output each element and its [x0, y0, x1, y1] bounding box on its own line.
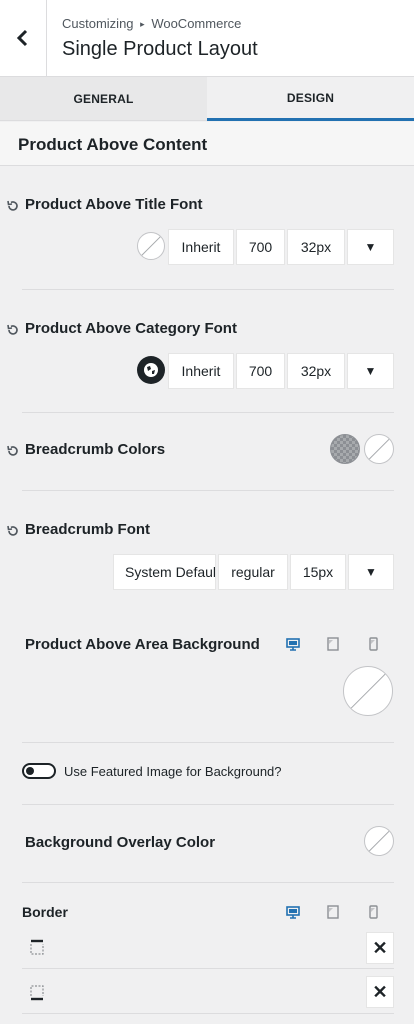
breadcrumb: Customizing ▸ WooCommerce [62, 16, 241, 31]
overlay-color-label: Background Overlay Color [25, 834, 216, 851]
tab-general[interactable]: GENERAL [0, 77, 207, 121]
reset-icon[interactable] [6, 524, 20, 538]
back-button[interactable] [0, 0, 47, 76]
section-title: Product Above Content [18, 135, 208, 154]
divider [22, 412, 394, 413]
caret-down-icon: ▼ [364, 364, 377, 378]
customizer-header: Customizing ▸ WooCommerce Single Product… [0, 0, 414, 77]
breadcrumb-font-weight[interactable]: regular [218, 554, 288, 590]
divider [22, 289, 394, 290]
title-font-label: Product Above Title Font [25, 196, 203, 213]
globe-icon [144, 363, 158, 377]
breadcrumb-child: WooCommerce [151, 16, 242, 31]
category-font-weight[interactable]: 700 [236, 353, 285, 389]
border-bottom-icon [30, 985, 44, 1001]
divider [22, 968, 394, 969]
caret-down-icon: ▼ [365, 565, 377, 579]
mobile-icon[interactable] [366, 905, 380, 919]
tab-design[interactable]: DESIGN [207, 77, 414, 121]
title-font-color-swatch[interactable] [137, 232, 165, 260]
section-header: Product Above Content [0, 122, 414, 166]
category-font-label: Product Above Category Font [25, 320, 237, 337]
category-font-dropdown[interactable]: ▼ [347, 353, 394, 389]
breadcrumb-font-label: Breadcrumb Font [25, 521, 151, 538]
chevron-left-icon [16, 29, 28, 47]
tablet-icon[interactable] [326, 905, 340, 919]
divider [22, 742, 394, 743]
breadcrumb-font-family[interactable]: System Default [113, 554, 216, 590]
featured-image-label: Use Featured Image for Background? [64, 764, 282, 779]
overlay-color-swatch[interactable] [364, 826, 394, 856]
border-label: Border [22, 904, 68, 920]
featured-image-toggle[interactable] [22, 763, 56, 779]
breadcrumb-hover-color-swatch[interactable] [364, 434, 394, 464]
breadcrumb-separator: ▸ [140, 19, 145, 29]
caret-down-icon: ▼ [364, 240, 377, 254]
border-bottom-clear-button[interactable]: ✕ [366, 976, 394, 1008]
category-font-color-swatch[interactable] [137, 356, 165, 384]
reset-icon[interactable] [6, 323, 20, 337]
breadcrumb-colors-label: Breadcrumb Colors [25, 441, 166, 458]
tab-bar: GENERAL DESIGN [0, 77, 414, 121]
border-top-icon [30, 939, 44, 955]
title-font-family[interactable]: Inherit [168, 229, 234, 265]
divider [22, 1013, 394, 1014]
breadcrumb-font-size[interactable]: 15px [290, 554, 346, 590]
category-font-family[interactable]: Inherit [168, 353, 234, 389]
desktop-icon[interactable] [286, 905, 300, 919]
tablet-icon[interactable] [326, 637, 340, 651]
category-font-size[interactable]: 32px [287, 353, 345, 389]
border-top-clear-button[interactable]: ✕ [366, 932, 394, 964]
breadcrumb-parent: Customizing [62, 16, 134, 31]
reset-icon[interactable] [6, 444, 20, 458]
area-background-color-swatch[interactable] [343, 666, 393, 716]
page-title: Single Product Layout [62, 38, 258, 60]
breadcrumb-color-swatch[interactable] [330, 434, 360, 464]
reset-icon[interactable] [6, 199, 20, 213]
mobile-icon[interactable] [366, 637, 380, 651]
title-font-weight[interactable]: 700 [236, 229, 285, 265]
desktop-icon[interactable] [286, 637, 300, 651]
title-font-dropdown[interactable]: ▼ [347, 229, 394, 265]
area-background-label: Product Above Area Background [25, 636, 260, 653]
divider [22, 804, 394, 805]
title-font-size[interactable]: 32px [287, 229, 345, 265]
close-icon: ✕ [372, 937, 388, 958]
close-icon: ✕ [372, 981, 388, 1002]
divider [22, 882, 394, 883]
divider [22, 490, 394, 491]
breadcrumb-font-dropdown[interactable]: ▼ [348, 554, 394, 590]
